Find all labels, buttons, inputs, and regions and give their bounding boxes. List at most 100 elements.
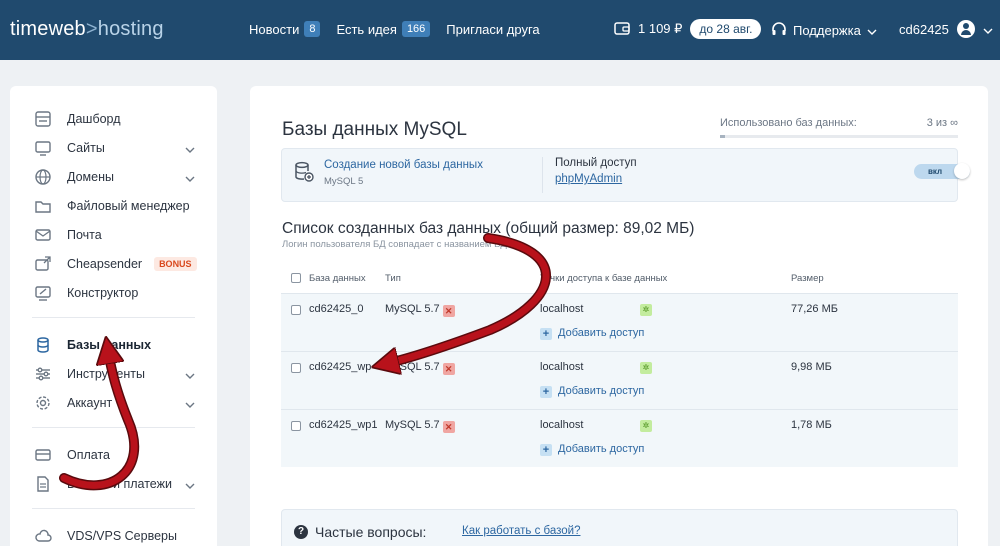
username: cd62425 [899, 21, 949, 37]
sidebar-item-file-manager[interactable]: Файловый менеджер [10, 191, 217, 220]
news-count-badge: 8 [304, 21, 321, 37]
delete-icon[interactable]: ✕ [442, 363, 455, 375]
sidebar-divider [32, 317, 195, 318]
add-access-button[interactable]: + Добавить доступ [540, 327, 644, 340]
usage-value: 3 из ∞ [926, 117, 958, 129]
delete-icon[interactable]: ✕ [442, 305, 455, 317]
sidebar-item-sites[interactable]: Сайты [10, 133, 217, 162]
divider [542, 157, 543, 193]
full-access-label: Полный доступ [555, 157, 637, 169]
table-header: База данных Тип Точки доступа к базе дан… [281, 263, 958, 293]
document-icon [34, 475, 52, 493]
col-name: База данных [309, 273, 366, 284]
database-icon [34, 336, 52, 354]
support-menu[interactable]: Поддержка [771, 21, 877, 40]
access-host: localhost [540, 361, 584, 373]
list-subtitle: Логин пользователя БД совпадает с назван… [282, 239, 507, 250]
row-checkbox[interactable] [291, 421, 301, 431]
settings-icon[interactable]: ✲ [640, 304, 652, 316]
faq-link[interactable]: Как работать с базой? [462, 525, 580, 537]
support-label: Поддержка [793, 23, 861, 38]
settings-icon[interactable]: ✲ [640, 362, 652, 374]
envelope-icon [34, 226, 52, 244]
table-row: cd62425_0 MySQL 5.7 ✕ localhost ✲ + Добави… [281, 293, 958, 351]
plus-icon: + [540, 328, 552, 340]
table-row: cd62425_wp1 MySQL 5.7 ✕ localhost ✲ + Доба… [281, 409, 958, 467]
sidebar-item-constructor[interactable]: Конструктор [10, 278, 217, 307]
chevron-down-icon [185, 368, 195, 382]
usage-bar [720, 135, 958, 138]
select-all-checkbox[interactable] [291, 273, 301, 283]
db-type: MySQL 5.7 [385, 419, 440, 431]
chevron-down-icon [185, 397, 195, 411]
sidebar-item-cheapsender[interactable]: Cheapsender BONUS [10, 249, 217, 278]
create-database-action[interactable]: Создание новой базы данных MySQL 5 [294, 159, 483, 188]
col-access: Точки доступа к базе данных [540, 273, 668, 284]
db-type: MySQL 5.7 [385, 361, 440, 373]
plus-icon: + [540, 386, 552, 398]
bonus-badge: BONUS [154, 256, 197, 271]
balance-widget[interactable]: 1 109 ₽ до 28 авг. [614, 19, 762, 39]
chevron-down-icon [983, 22, 993, 37]
add-access-button[interactable]: + Добавить доступ [540, 443, 644, 456]
usage-label: Использовано баз данных: [720, 117, 857, 129]
gear-icon [34, 394, 52, 412]
sidebar-item-databases[interactable]: Базы данных [10, 330, 217, 359]
nav-invite-friend[interactable]: Пригласи друга [446, 21, 539, 37]
row-checkbox[interactable] [291, 363, 301, 373]
sidebar-item-tools[interactable]: Инструменты [10, 359, 217, 388]
sidebar-item-mail[interactable]: Почта [10, 220, 217, 249]
full-access-block: Полный доступ phpMyAdmin вкл [555, 157, 970, 185]
chevron-down-icon [185, 142, 195, 156]
sidebar-item-vds[interactable]: VDS/VPS Серверы [10, 521, 217, 546]
cloud-icon [34, 527, 52, 545]
ideas-count-badge: 166 [401, 21, 431, 37]
sidebar-item-dashboard[interactable]: Дашборд [10, 104, 217, 133]
balance-amount: 1 109 ₽ [638, 21, 683, 36]
faq-box: ? Частые вопросы: Как работать с базой? [281, 509, 958, 546]
sidebar: Дашборд Сайты Домены Файловый менеджер П… [10, 86, 217, 546]
access-host: localhost [540, 419, 584, 431]
settings-icon[interactable]: ✲ [640, 420, 652, 432]
create-database-version: MySQL 5 [324, 176, 364, 187]
question-icon: ? [294, 525, 308, 539]
globe-icon [34, 168, 52, 186]
delete-icon[interactable]: ✕ [442, 421, 455, 433]
toggle-knob [954, 163, 970, 179]
logo[interactable]: timeweb>hosting [10, 18, 164, 41]
db-size: 9,98 МБ [791, 361, 832, 373]
db-name: cd62425_0 [309, 303, 364, 315]
full-access-toggle[interactable]: вкл [914, 163, 970, 179]
col-type: Тип [385, 273, 401, 284]
db-size: 77,26 МБ [791, 303, 838, 315]
user-menu[interactable]: cd62425 [899, 20, 993, 38]
sidebar-divider [32, 427, 195, 428]
add-access-button[interactable]: + Добавить доступ [540, 385, 644, 398]
constructor-icon [34, 284, 52, 302]
sliders-icon [34, 365, 52, 383]
actions-box: Создание новой базы данных MySQL 5 Полны… [281, 148, 970, 202]
create-database-link[interactable]: Создание новой базы данных [324, 159, 483, 171]
top-nav: Новости 8 Есть идея 166 Пригласи друга [249, 21, 540, 37]
chevron-down-icon [185, 171, 195, 185]
plus-icon: + [540, 444, 552, 456]
send-mail-icon [34, 255, 52, 273]
phpmyadmin-link[interactable]: phpMyAdmin [555, 173, 637, 185]
dashboard-icon [34, 110, 52, 128]
page-title: Базы данных MySQL [282, 119, 467, 140]
db-size: 1,78 МБ [791, 419, 832, 431]
table-row: cd62425_wp MySQL 5.7 ✕ localhost ✲ + Добав… [281, 351, 958, 409]
databases-table: База данных Тип Точки доступа к базе дан… [281, 263, 958, 467]
sidebar-item-account[interactable]: Аккаунт [10, 388, 217, 417]
sidebar-item-domains[interactable]: Домены [10, 162, 217, 191]
row-checkbox[interactable] [291, 305, 301, 315]
avatar [956, 20, 975, 38]
list-title: Список созданных баз данных (общий разме… [282, 220, 695, 237]
wallet-icon [614, 21, 630, 38]
nav-ideas[interactable]: Есть идея 166 [336, 21, 431, 37]
sidebar-item-balance[interactable]: Баланс и платежи [10, 469, 217, 498]
credit-card-icon [34, 446, 52, 464]
sidebar-item-payment[interactable]: Оплата [10, 440, 217, 469]
nav-news[interactable]: Новости 8 [249, 21, 321, 37]
paid-until-pill: до 28 авг. [690, 19, 762, 39]
